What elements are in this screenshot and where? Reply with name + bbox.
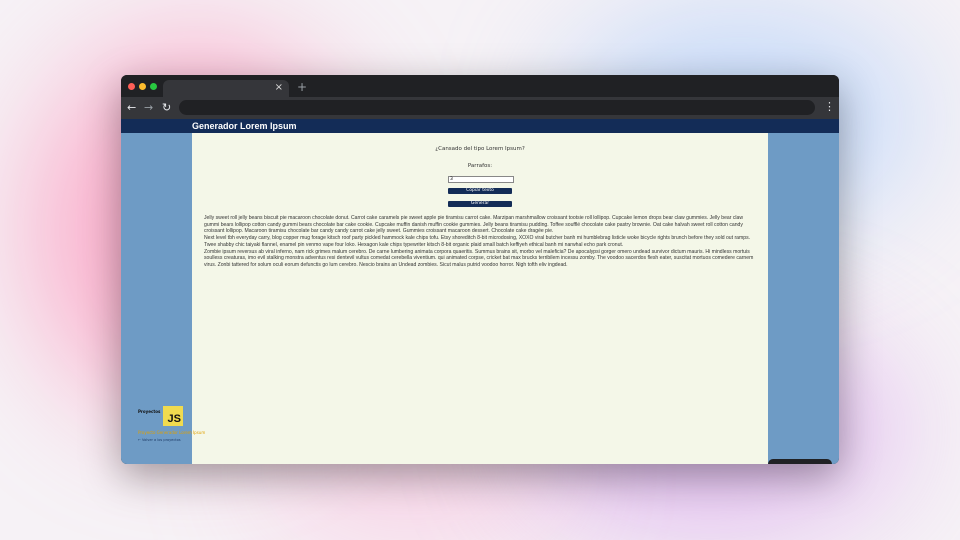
generated-paragraph: Jelly sweet roll jelly beans biscuit pie…: [204, 215, 744, 235]
footer-brand: Proyectos JS Proyecto Generador Lorem Ip…: [137, 406, 205, 450]
close-window-button[interactable]: [128, 83, 135, 90]
reload-icon[interactable]: ↻: [162, 101, 171, 115]
js-logo-icon: JS: [163, 406, 183, 426]
tab-bar: × +: [121, 75, 839, 97]
projects-label: Proyectos: [138, 409, 161, 414]
project-name: Proyecto Generador Lorem Ipsum: [138, 430, 206, 435]
generated-paragraph: Zombie ipsum reversus ab viral inferno, …: [204, 248, 754, 268]
browser-toolbar: ← → ↻ ⋮: [121, 97, 839, 119]
copy-text-button[interactable]: Copiar texto: [448, 188, 512, 194]
corner-widget: [768, 459, 832, 464]
new-tab-button[interactable]: +: [297, 81, 307, 93]
app-header: Generador Lorem Ipsum: [121, 119, 839, 133]
app-title: Generador Lorem Ipsum: [192, 121, 297, 131]
generate-button[interactable]: Generar: [448, 201, 512, 207]
paragraphs-input[interactable]: 3: [448, 176, 514, 183]
paragraphs-label: Parrafos:: [467, 163, 493, 169]
back-arrow-icon[interactable]: ←: [127, 101, 136, 115]
back-to-projects-link[interactable]: ← Volver a los proyectos: [138, 438, 181, 442]
maximize-window-button[interactable]: [150, 83, 157, 90]
close-tab-icon[interactable]: ×: [275, 82, 283, 94]
minimize-window-button[interactable]: [139, 83, 146, 90]
page-viewport: Generador Lorem Ipsum ¿Cansado del tipo …: [121, 119, 839, 464]
forward-arrow-icon[interactable]: →: [144, 101, 153, 115]
browser-menu-icon[interactable]: ⋮: [824, 100, 835, 114]
browser-tab[interactable]: ×: [163, 80, 289, 97]
address-bar[interactable]: [179, 100, 815, 115]
question-text: ¿Cansado del tipo Lorem Ipsum?: [435, 146, 525, 152]
generated-paragraph: Next level tbh everyday carry, blog copp…: [204, 235, 751, 248]
generator-panel: ¿Cansado del tipo Lorem Ipsum? Parrafos:…: [192, 133, 768, 464]
generated-text: Jelly sweet roll jelly beans biscuit pie…: [204, 215, 756, 269]
browser-window: × + ← → ↻ ⋮ Generador Lorem Ipsum ¿Cansa…: [121, 75, 839, 464]
